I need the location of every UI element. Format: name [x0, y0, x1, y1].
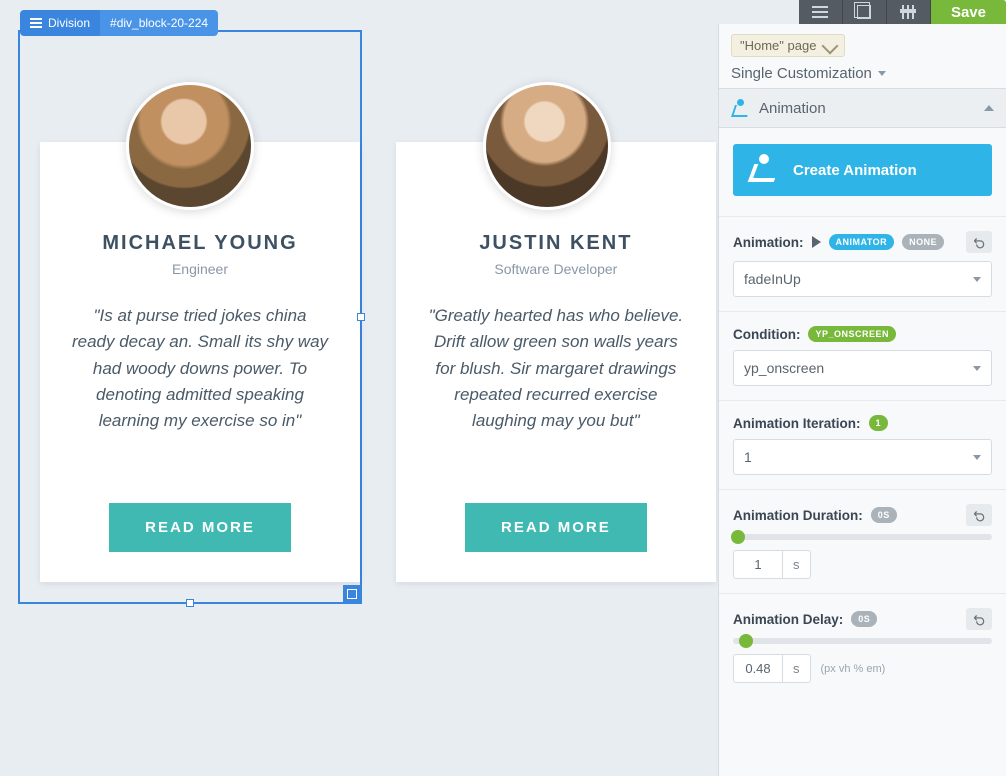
- menu-icon: [30, 18, 42, 28]
- duration-pill: 0S: [871, 507, 897, 523]
- running-icon: [749, 156, 777, 184]
- selection-type-label: Division: [48, 16, 90, 30]
- section-header-animation[interactable]: Animation: [719, 88, 1006, 128]
- slider-thumb[interactable]: [731, 530, 745, 544]
- avatar: [483, 82, 611, 210]
- condition-select[interactable]: yp_onscreen: [733, 350, 992, 386]
- delay-property: Animation Delay: 0S s (px vh % em): [719, 594, 1006, 697]
- topbar: Save: [799, 0, 1006, 24]
- read-more-button[interactable]: READ MORE: [465, 503, 647, 552]
- inspector-panel: "Home" page Single Customization Animati…: [718, 24, 1006, 776]
- selection-id[interactable]: #div_block-20-224: [100, 10, 218, 36]
- condition-label: Condition:: [733, 327, 800, 342]
- selection-corner-icon[interactable]: [343, 585, 361, 603]
- condition-property: Condition: YP_ONSCREEN yp_onscreen: [719, 312, 1006, 401]
- card-quote: "Is at purse tried jokes china ready dec…: [70, 303, 330, 483]
- create-animation-label: Create Animation: [793, 162, 917, 179]
- duration-input[interactable]: [733, 550, 783, 579]
- copy-button[interactable]: [843, 0, 887, 24]
- resize-handle-right[interactable]: [357, 313, 365, 321]
- running-icon: [731, 99, 749, 117]
- delay-label: Animation Delay:: [733, 612, 843, 627]
- canvas-area: Division #div_block-20-224 MICHAEL YOUNG…: [0, 0, 718, 776]
- slider-thumb[interactable]: [739, 634, 753, 648]
- copy-icon: [857, 5, 871, 19]
- collapse-icon: [984, 105, 994, 111]
- selection-id-label: #div_block-20-224: [110, 16, 208, 30]
- iteration-property: Animation Iteration: 1 1: [719, 401, 1006, 490]
- selection-breadcrumb: Division #div_block-20-224: [20, 10, 218, 36]
- context-label: "Home" page: [740, 38, 816, 53]
- undo-icon: [972, 235, 986, 249]
- card-name: JUSTIN KENT: [479, 232, 632, 255]
- read-more-button[interactable]: READ MORE: [109, 503, 291, 552]
- reset-button[interactable]: [966, 231, 992, 253]
- customization-label: Single Customization: [731, 65, 872, 82]
- animator-pill[interactable]: ANIMATOR: [829, 234, 895, 250]
- animation-label: Animation:: [733, 235, 804, 250]
- reset-button[interactable]: [966, 608, 992, 630]
- menu-button[interactable]: [799, 0, 843, 24]
- delay-pill: 0S: [851, 611, 877, 627]
- undo-icon: [972, 612, 986, 626]
- duration-label: Animation Duration:: [733, 508, 863, 523]
- save-button[interactable]: Save: [931, 0, 1006, 24]
- settings-button[interactable]: [887, 0, 931, 24]
- undo-icon: [972, 508, 986, 522]
- duration-slider[interactable]: [733, 534, 992, 540]
- customization-dropdown[interactable]: Single Customization: [731, 65, 994, 82]
- chevron-down-icon: [973, 366, 981, 371]
- duration-unit[interactable]: s: [783, 550, 811, 579]
- iteration-select[interactable]: 1: [733, 439, 992, 475]
- sliders-icon: [902, 5, 914, 19]
- card-role: Engineer: [172, 261, 228, 277]
- chevron-down-icon: [973, 277, 981, 282]
- card-container-2[interactable]: JUSTIN KENT Software Developer "Greatly …: [396, 32, 698, 602]
- context-selector[interactable]: "Home" page: [731, 34, 845, 57]
- reset-button[interactable]: [966, 504, 992, 526]
- iteration-label: Animation Iteration:: [733, 416, 861, 431]
- selection-menu[interactable]: Division: [20, 10, 100, 36]
- play-icon[interactable]: [812, 236, 821, 248]
- chevron-down-icon: [973, 455, 981, 460]
- hamburger-icon: [812, 6, 828, 18]
- duration-property: Animation Duration: 0S s: [719, 490, 1006, 594]
- card-quote: "Greatly hearted has who believe. Drift …: [426, 303, 686, 483]
- card-container-1[interactable]: MICHAEL YOUNG Engineer "Is at purse trie…: [20, 32, 360, 602]
- animation-property: Animation: ANIMATOR NONE fadeInUp: [719, 217, 1006, 312]
- create-animation-button[interactable]: Create Animation: [733, 144, 992, 196]
- condition-pill: YP_ONSCREEN: [808, 326, 896, 342]
- iteration-value: 1: [744, 449, 752, 465]
- avatar: [126, 82, 254, 210]
- none-pill[interactable]: NONE: [902, 234, 944, 250]
- condition-value: yp_onscreen: [744, 360, 824, 376]
- section-title-label: Animation: [759, 100, 826, 117]
- delay-slider[interactable]: [733, 638, 992, 644]
- resize-handle-bottom[interactable]: [186, 599, 194, 607]
- chevron-down-icon: [878, 71, 886, 76]
- animation-select[interactable]: fadeInUp: [733, 261, 992, 297]
- delay-input[interactable]: [733, 654, 783, 683]
- card-role: Software Developer: [494, 261, 617, 277]
- card-name: MICHAEL YOUNG: [102, 232, 297, 255]
- delay-unit[interactable]: s: [783, 654, 811, 683]
- iteration-pill: 1: [869, 415, 889, 431]
- unit-hints: (px vh % em): [821, 663, 886, 675]
- animation-value: fadeInUp: [744, 271, 801, 287]
- pencil-icon: [822, 37, 839, 54]
